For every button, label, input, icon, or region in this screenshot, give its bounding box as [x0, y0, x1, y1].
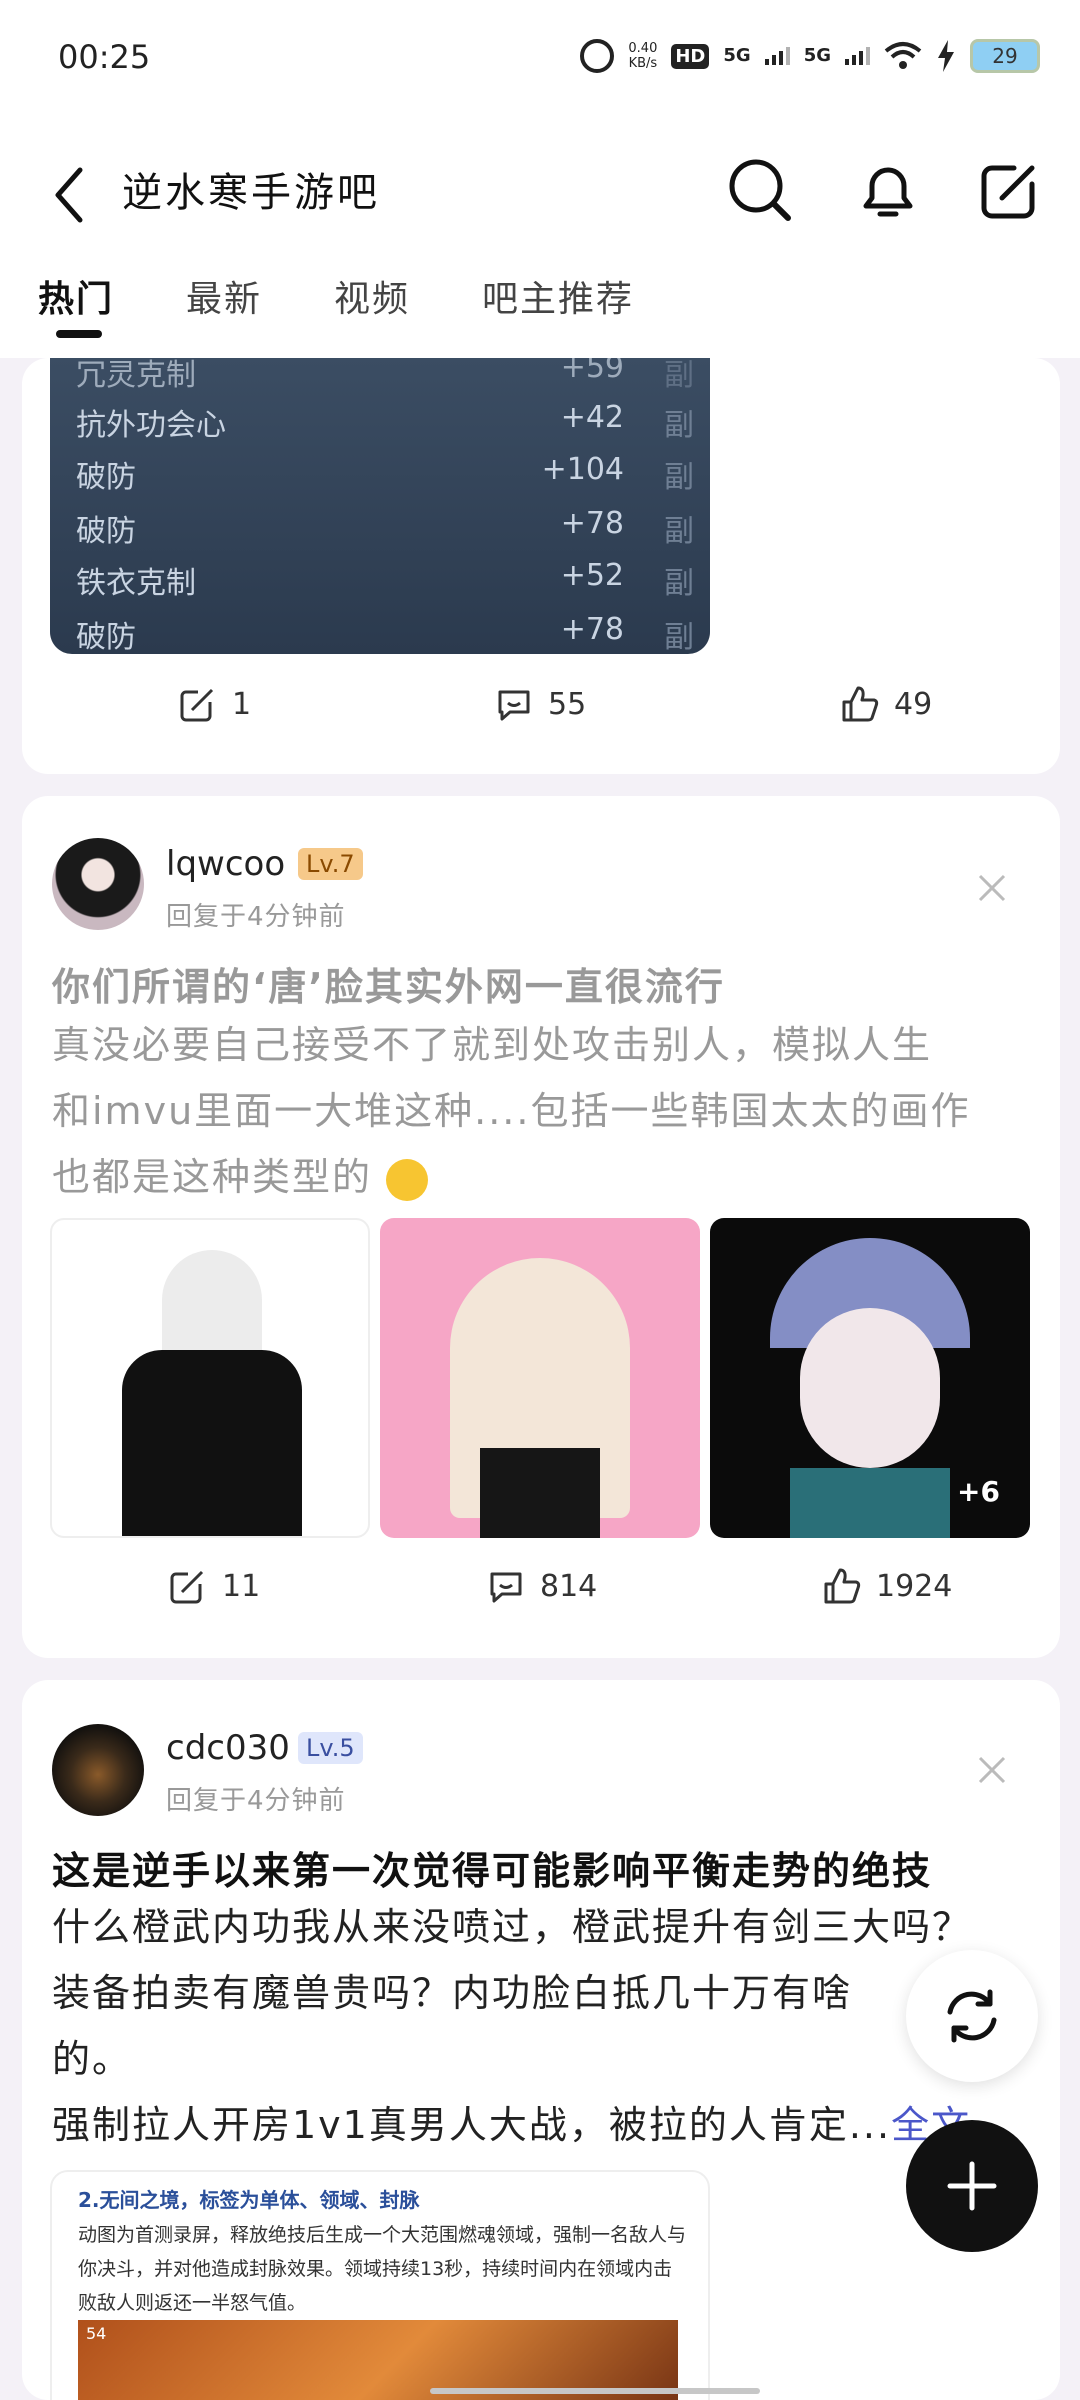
create-post-button[interactable]: [906, 2120, 1038, 2252]
image-caption-title: 2.无间之境，标签为单体、领域、封脉: [78, 2188, 420, 2212]
stats-screenshot-image[interactable]: 冗灵克制 +59 副 抗外功会心 +42 副 破防 +104 副 破防 +78 副 铁衣克制 +5…: [50, 358, 710, 654]
share-icon: [170, 1570, 204, 1604]
post-image-3[interactable]: +6: [710, 1218, 1030, 1538]
level-badge: Lv.5: [298, 1732, 363, 1764]
stat-row: 冗灵克制 +59 副: [76, 358, 694, 393]
battery-icon: 29: [970, 39, 1040, 73]
signal-5g-label-1: 5G: [723, 45, 751, 66]
wifi-icon: [884, 42, 922, 69]
comment-icon: [490, 1572, 522, 1603]
comment-icon: [498, 690, 530, 721]
close-icon[interactable]: [972, 1750, 1012, 1790]
stat-row: 破防 +78 副: [76, 506, 694, 549]
post-actions: 11 814 1924: [22, 1566, 1060, 1626]
level-badge: Lv.7: [298, 848, 363, 880]
post-body[interactable]: 真没必要自己接受不了就到处攻击别人，模拟人生 和imvu里面一大堆这种....包…: [52, 1012, 1030, 1210]
avatar[interactable]: [52, 838, 144, 930]
share-count: 11: [222, 1568, 261, 1604]
stat-row: 破防 +78 副: [76, 612, 694, 654]
back-arrow-icon[interactable]: [46, 160, 96, 230]
hd-voice-icon: HD: [671, 43, 710, 69]
status-icons: 0.40 KB/s HD 5G 5G 29: [580, 34, 1040, 78]
home-indicator[interactable]: [430, 2388, 760, 2394]
close-icon[interactable]: [972, 868, 1012, 908]
speed-value: 0.40: [628, 41, 658, 56]
stat-row: 破防 +104 副: [76, 452, 694, 495]
post-body-line: 真没必要自己接受不了就到处攻击别人，模拟人生: [52, 1023, 933, 1067]
post-body-line: 和imvu里面一大堆这种....包括一些韩国太太的画作: [52, 1089, 971, 1133]
share-button[interactable]: 1: [178, 684, 251, 724]
post-image-2[interactable]: [380, 1218, 700, 1538]
comment-count: 814: [540, 1568, 598, 1604]
post-card-3[interactable]: cdc030 Lv.5 回复于4分钟前 这是逆手以来第一次觉得可能影响平衡走势的…: [22, 1680, 1060, 2400]
tab-video[interactable]: 视频: [334, 270, 410, 322]
stat-row: 铁衣克制 +52 副: [76, 558, 694, 601]
post-body-line: 也都是这种类型的: [52, 1144, 1030, 1210]
charging-icon: [938, 40, 954, 72]
share-button[interactable]: 11: [168, 1566, 260, 1606]
post-card-2[interactable]: lqwcoo Lv.7 回复于4分钟前 你们所谓的‘唐’脸其实外网一直很流行 真…: [22, 796, 1060, 1658]
share-count: 1: [232, 686, 252, 722]
comment-count: 55: [548, 686, 587, 722]
post-body-line: 什么橙武内功我从来没喷过，橙武提升有剑三大吗？: [52, 1905, 973, 1949]
more-images-count: +6: [957, 1475, 1000, 1508]
post-body-line: 强制拉人开房1v1真男人大战，被拉的人肯定...全文: [52, 2103, 972, 2147]
network-speed: 0.40 KB/s: [628, 41, 657, 71]
image-caption-text: 动图为首测录屏，释放绝技后生成一个大范围燃魂领域，强制一名敌人与你决斗，并对他造…: [78, 2224, 687, 2314]
reply-time: 回复于4分钟前: [166, 1786, 346, 1816]
username[interactable]: cdc030: [166, 1728, 290, 1768]
reply-time: 回复于4分钟前: [166, 902, 346, 932]
comment-button[interactable]: 55: [494, 684, 586, 724]
post-actions: 1 55 49: [22, 684, 1060, 744]
image-badge: 54: [86, 2324, 107, 2343]
post-body-line: 的。: [52, 2037, 133, 2081]
speed-unit: KB/s: [628, 56, 658, 71]
share-icon: [180, 688, 214, 722]
refresh-icon: [947, 1989, 997, 2043]
username[interactable]: lqwcoo: [166, 844, 285, 884]
refresh-button[interactable]: [906, 1950, 1038, 2082]
like-count: 49: [894, 686, 933, 722]
thumbs-up-icon: [824, 1568, 861, 1604]
plus-icon: [947, 2161, 997, 2211]
app-header: 逆水寒手游吧 热门 最新 视频 吧主推荐: [0, 118, 1080, 358]
post-image[interactable]: 2.无间之境，标签为单体、领域、封脉 动图为首测录屏，释放绝技后生成一个大范围燃…: [50, 2170, 710, 2400]
avatar[interactable]: [52, 1724, 144, 1816]
feed-tabs: 热门 最新 视频 吧主推荐: [0, 270, 1080, 340]
comment-button[interactable]: 814: [486, 1566, 597, 1606]
post-card-1[interactable]: 冗灵克制 +59 副 抗外功会心 +42 副 破防 +104 副 破防 +78 副 铁衣克制 +5…: [22, 358, 1060, 774]
signal-bars-icon-1: [764, 47, 790, 65]
signal-5g-label-2: 5G: [803, 45, 831, 66]
smirk-emoji-icon: [386, 1158, 429, 1201]
alarm-icon: [580, 39, 615, 73]
post-title[interactable]: 你们所谓的‘唐’脸其实外网一直很流行: [52, 956, 1030, 1011]
post-body-line: 装备拍卖有魔兽贵吗？内功脸白抵几十万有啥: [52, 1971, 853, 2015]
compose-post-icon[interactable]: [974, 154, 1046, 226]
status-bar: 00:25 0.40 KB/s HD 5G 5G 29: [0, 0, 1080, 118]
status-time: 00:25: [58, 38, 151, 76]
tab-moderator-picks[interactable]: 吧主推荐: [482, 270, 634, 322]
like-count: 1924: [876, 1568, 953, 1604]
forum-title: 逆水寒手游吧: [122, 170, 380, 216]
tab-hot[interactable]: 热门: [38, 270, 114, 322]
search-icon[interactable]: [724, 154, 796, 226]
post-title[interactable]: 这是逆手以来第一次觉得可能影响平衡走势的绝技: [52, 1840, 1030, 1895]
thumbs-up-icon: [842, 686, 879, 722]
notification-bell-icon[interactable]: [852, 154, 924, 226]
signal-bars-icon-2: [845, 47, 870, 65]
tab-latest[interactable]: 最新: [186, 270, 262, 322]
stat-row: 抗外功会心 +42 副: [76, 400, 694, 443]
active-tab-indicator: [56, 330, 102, 338]
post-body[interactable]: 什么橙武内功我从来没喷过，橙武提升有剑三大吗？ 装备拍卖有魔兽贵吗？内功脸白抵几…: [52, 1894, 1030, 2158]
like-button[interactable]: 49: [840, 684, 932, 724]
like-button[interactable]: 1924: [822, 1566, 952, 1606]
post-image-1[interactable]: [50, 1218, 370, 1538]
